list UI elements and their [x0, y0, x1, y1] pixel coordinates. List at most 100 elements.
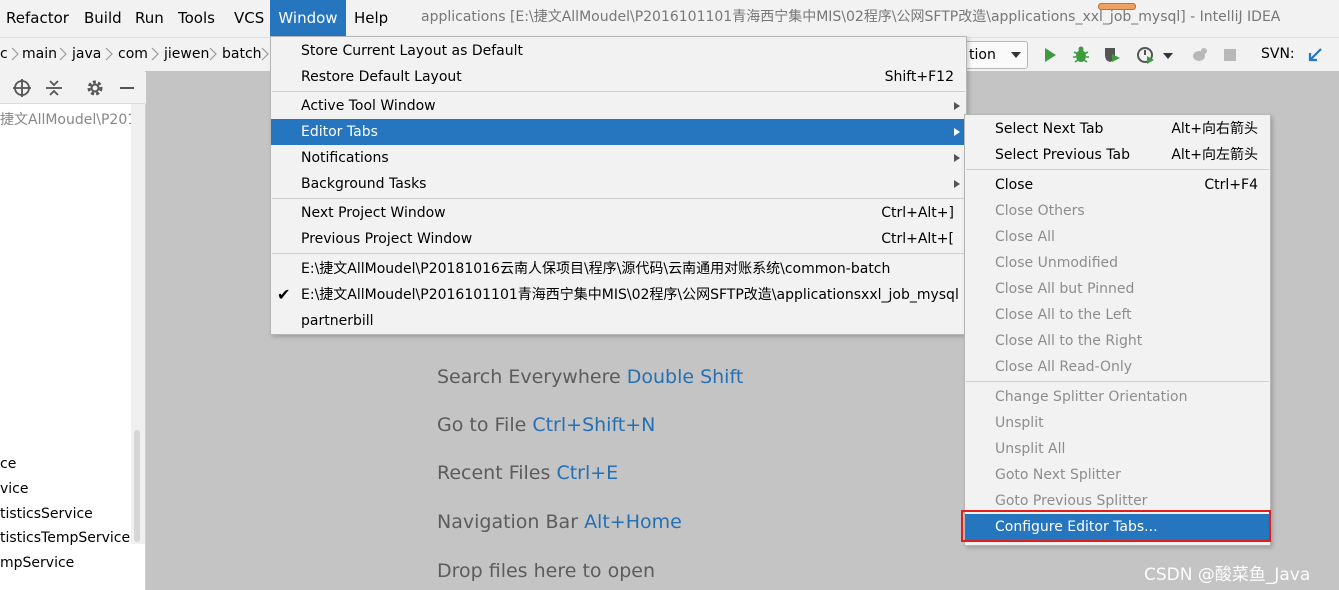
- submenu-arrow-icon: [954, 128, 960, 136]
- collapse-all-icon[interactable]: [44, 78, 64, 98]
- menu-separator: [272, 91, 965, 92]
- submenu-arrow-icon: [954, 180, 960, 188]
- chevron-down-icon[interactable]: [1163, 52, 1173, 60]
- title-decoration: [1098, 3, 1136, 10]
- menu-item-close-unmodified: Close Unmodified: [995, 255, 1119, 271]
- menu-vcs[interactable]: VCS: [234, 0, 264, 36]
- run-icon[interactable]: [1040, 45, 1060, 65]
- menu-item-goto-next-splitter: Goto Next Splitter: [995, 467, 1121, 483]
- menu-item-close[interactable]: Close Ctrl+F4: [965, 172, 1270, 198]
- menu-item-close-all-right: Close All to the Right: [995, 333, 1143, 349]
- run-configuration-select[interactable]: tion: [962, 41, 1028, 69]
- menu-item-background-tasks[interactable]: Background Tasks: [271, 171, 966, 197]
- breadcrumb-item[interactable]: jiewen: [164, 38, 209, 71]
- profiler-icon[interactable]: [1136, 45, 1156, 65]
- hint-drop-files: Drop files here to open: [437, 560, 655, 582]
- submenu-arrow-icon: [954, 102, 960, 110]
- chevron-right-icon: [151, 47, 159, 61]
- project-path: 捷文AllMoudel\P2016: [0, 112, 145, 128]
- hint-label: Recent Files: [437, 462, 551, 484]
- menu-build[interactable]: Build: [84, 0, 122, 36]
- breadcrumb-item[interactable]: batch: [222, 38, 262, 71]
- hint-label: Navigation Bar: [437, 511, 579, 533]
- scrollbar-thumb[interactable]: [134, 430, 140, 542]
- debug-icon[interactable]: [1071, 45, 1091, 65]
- menu-run[interactable]: Run: [135, 0, 164, 36]
- menu-window[interactable]: Window: [270, 0, 346, 36]
- menu-item-editor-tabs[interactable]: Editor Tabs: [271, 119, 966, 145]
- svn-label: SVN:: [1261, 46, 1295, 62]
- menu-item-change-splitter-orientation: Change Splitter Orientation: [995, 389, 1188, 405]
- menu-tools[interactable]: Tools: [178, 0, 215, 36]
- menu-item-notifications[interactable]: Notifications: [271, 145, 966, 171]
- gear-icon[interactable]: [85, 78, 105, 98]
- menu-item-restore-layout[interactable]: Restore Default Layout Shift+F12: [271, 64, 966, 90]
- breadcrumb-item[interactable]: java: [72, 38, 101, 71]
- menu-item-next-project-window[interactable]: Next Project Window Ctrl+Alt+]: [271, 200, 966, 226]
- tree-item[interactable]: vice: [0, 481, 29, 497]
- menu-item-project-applications[interactable]: ✔ E:\捷文AllMoudel\P2016101101青海西宁集中MIS\02程…: [271, 282, 966, 308]
- menu-item-unsplit-all: Unsplit All: [995, 441, 1066, 457]
- svn-update-icon[interactable]: [1305, 45, 1325, 65]
- tree-item[interactable]: tisticsService: [0, 506, 93, 522]
- menu-item-close-all-left: Close All to the Left: [995, 307, 1132, 323]
- submenu-arrow-icon: [954, 154, 960, 162]
- project-toolbar: [0, 71, 145, 104]
- minimize-icon[interactable]: [117, 78, 137, 98]
- editor-tabs-submenu: Select Next Tab Alt+向右箭头 Select Previous …: [964, 114, 1271, 546]
- hint-label: Go to File: [437, 414, 527, 436]
- chevron-right-icon: [105, 47, 113, 61]
- checkmark-icon: ✔: [277, 285, 291, 304]
- menu-help[interactable]: Help: [354, 0, 388, 36]
- menu-item-close-all: Close All: [995, 229, 1055, 245]
- window-menu: Store Current Layout as Default Restore …: [270, 36, 967, 335]
- hint-label: Search Everywhere: [437, 366, 621, 388]
- menu-item-close-all-read-only: Close All Read-Only: [995, 359, 1133, 375]
- hint-shortcut: Double Shift: [626, 366, 744, 388]
- menu-item-store-layout[interactable]: Store Current Layout as Default: [271, 38, 966, 64]
- menu-item-active-tool-window[interactable]: Active Tool Window: [271, 93, 966, 119]
- stop-icon[interactable]: [1220, 45, 1240, 65]
- chevron-down-icon: [1011, 52, 1021, 58]
- menu-bar: Refactor Build Run Tools VCS Window Help…: [0, 0, 1339, 36]
- hint-shortcut: Alt+Home: [584, 511, 682, 533]
- hint-shortcut: Ctrl+Shift+N: [532, 414, 656, 436]
- menu-item-close-others: Close Others: [995, 203, 1085, 219]
- menu-refactor[interactable]: Refactor: [6, 0, 69, 36]
- window-title: applications [E:\捷文AllMoudel\P2016101101…: [421, 9, 1281, 25]
- chevron-right-icon: [209, 47, 217, 61]
- menu-separator: [272, 198, 965, 199]
- menu-separator: [966, 381, 1269, 382]
- menu-item-close-all-but-pinned: Close All but Pinned: [995, 281, 1135, 297]
- hint-navigation-bar: Navigation Bar Alt+Home: [437, 511, 682, 533]
- locate-icon[interactable]: [12, 78, 32, 98]
- breadcrumb-item[interactable]: main: [22, 38, 57, 71]
- annotation-highlight-box: [961, 510, 1271, 542]
- chevron-right-icon: [59, 47, 67, 61]
- tree-item[interactable]: tisticsTempService: [0, 530, 130, 546]
- hint-search-everywhere: Search Everywhere Double Shift: [437, 366, 743, 388]
- watermark: CSDN @酸菜鱼_Java: [1144, 565, 1311, 585]
- attach-debugger-icon[interactable]: [1189, 45, 1209, 65]
- hint-recent-files: Recent Files Ctrl+E: [437, 462, 618, 484]
- hint-go-to-file: Go to File Ctrl+Shift+N: [437, 414, 655, 436]
- menu-item-project-common-batch[interactable]: E:\捷文AllMoudel\P20181016云南人保项目\程序\源代码\云南…: [271, 256, 966, 282]
- hint-label: Drop files here to open: [437, 560, 656, 582]
- hint-shortcut: Ctrl+E: [556, 462, 619, 484]
- menu-separator: [272, 253, 965, 254]
- breadcrumb-item[interactable]: com: [118, 38, 148, 71]
- chevron-right-icon: [11, 47, 19, 61]
- project-path-clip: 捷文AllMoudel\P2016: [0, 104, 145, 134]
- menu-item-project-partnerbill[interactable]: partnerbill: [271, 308, 966, 334]
- menu-item-select-previous-tab[interactable]: Select Previous Tab Alt+向左箭头: [965, 142, 1270, 168]
- tree-item[interactable]: mpService: [0, 555, 74, 571]
- run-with-coverage-icon[interactable]: [1102, 45, 1122, 65]
- menu-separator: [966, 169, 1269, 170]
- menu-item-unsplit: Unsplit: [995, 415, 1044, 431]
- menu-item-previous-project-window[interactable]: Previous Project Window Ctrl+Alt+[: [271, 226, 966, 252]
- chevron-right-icon: [261, 47, 269, 61]
- breadcrumb-item[interactable]: c: [0, 38, 8, 71]
- tree-item[interactable]: ce: [0, 456, 16, 472]
- run-config-label: tion: [969, 47, 996, 63]
- menu-item-select-next-tab[interactable]: Select Next Tab Alt+向右箭头: [965, 116, 1270, 142]
